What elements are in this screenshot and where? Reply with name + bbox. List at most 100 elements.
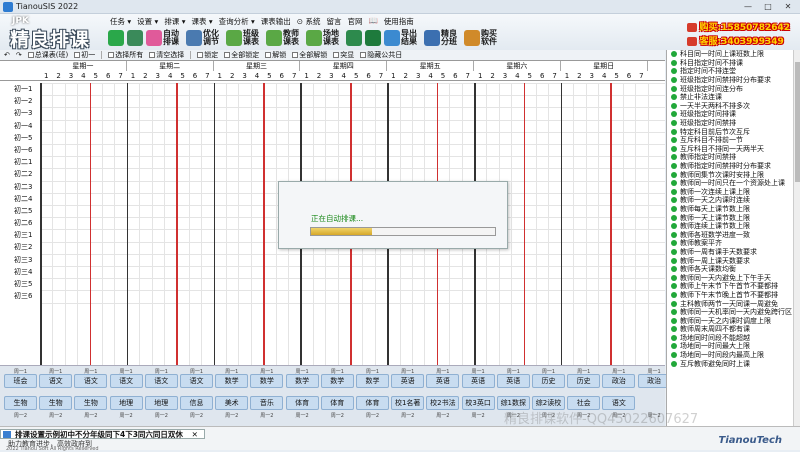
subbar-item-8[interactable]: 突显 — [333, 50, 354, 60]
course-card[interactable]: 校3英口 — [461, 396, 495, 410]
row-label-1[interactable]: 初一2 — [0, 95, 40, 107]
course-card[interactable]: 语文 — [144, 374, 178, 388]
row-label-4[interactable]: 初一5 — [0, 132, 40, 144]
course-card[interactable]: 数学 — [250, 374, 284, 388]
buy-button[interactable]: 购买软件 — [464, 28, 501, 48]
course-card[interactable]: 政治 — [602, 374, 636, 388]
redo-icon[interactable]: ↷ — [16, 51, 22, 59]
row-label-15[interactable]: 初三4 — [0, 266, 40, 278]
row-label-16[interactable]: 初三5 — [0, 278, 40, 290]
subbar-item-6[interactable]: 解锁 — [265, 50, 286, 60]
course-card[interactable]: 体育 — [356, 396, 389, 410]
course-card[interactable]: 体育 — [320, 396, 354, 410]
auto-schedule-button[interactable]: 自动排课 — [146, 28, 183, 48]
row-label-3[interactable]: 初一4 — [0, 120, 40, 132]
row-label-7[interactable]: 初二2 — [0, 168, 40, 180]
scrollbar-thumb[interactable] — [795, 62, 800, 182]
subbar-item-9[interactable]: 隐藏公共日 — [360, 50, 402, 60]
menu-item-4[interactable]: 查询分析 ▾ — [219, 16, 255, 27]
course-card[interactable]: 数学 — [215, 374, 249, 388]
menu-item-7[interactable]: 留言 — [326, 16, 341, 27]
course-card[interactable]: 地理 — [109, 396, 143, 410]
tools-button[interactable] — [127, 28, 143, 48]
buy-contact[interactable]: 购买:15850782642 — [686, 21, 790, 35]
row-label-11[interactable]: 初二6 — [0, 217, 40, 229]
course-card[interactable]: 生物 — [74, 396, 108, 410]
undo-icon[interactable]: ↶ — [4, 51, 10, 59]
course-card[interactable]: 英语 — [496, 374, 530, 388]
menu-item-2[interactable]: 排课 ▾ — [164, 16, 185, 27]
course-card[interactable]: 语文 — [109, 374, 143, 388]
course-card[interactable]: 英语 — [461, 374, 495, 388]
course-card[interactable]: 语文 — [39, 374, 73, 388]
course-card[interactable]: 体育 — [285, 396, 319, 410]
notice-tab[interactable]: 排课设置示例初中不分年级同下4下3同六同日双休 ✕ — [0, 429, 205, 439]
plus-button[interactable] — [108, 28, 124, 48]
course-card[interactable]: 班会 — [4, 374, 37, 388]
row-label-17[interactable]: 初三6 — [0, 290, 40, 302]
subbar-item-7[interactable]: 全部解锁 — [292, 50, 327, 60]
menu-item-8[interactable]: 官网 — [347, 16, 362, 27]
subbar-item-1[interactable]: 初一 — [74, 50, 95, 60]
course-card[interactable]: 英语 — [391, 374, 425, 388]
service-contact[interactable]: 客服:3403999349 — [686, 35, 790, 49]
course-card[interactable]: 数学 — [356, 374, 389, 388]
class-table-button[interactable]: 班级课表 — [226, 28, 263, 48]
course-card[interactable]: 校1名著 — [391, 396, 425, 410]
course-card[interactable]: 音乐 — [250, 396, 284, 410]
grid-row-line — [40, 278, 665, 280]
row-label-6[interactable]: 初二1 — [0, 156, 40, 168]
menu-item-9[interactable]: 📖 — [368, 16, 377, 27]
course-card[interactable]: 数学 — [285, 374, 319, 388]
notice-close-button[interactable]: ✕ — [192, 430, 198, 439]
teacher-table-button[interactable]: 教师课表 — [266, 28, 303, 48]
row-label-13[interactable]: 初三2 — [0, 241, 40, 253]
venue-table-button[interactable]: 场地课表 — [306, 28, 343, 48]
optimize-button[interactable]: 优化调节 — [186, 28, 223, 48]
subbar-item-2[interactable]: 选择所有 — [108, 50, 143, 60]
grid-column-line — [102, 83, 103, 365]
menu-item-0[interactable]: 任务 ▾ — [110, 16, 131, 27]
row-label-8[interactable]: 初二3 — [0, 181, 40, 193]
course-card[interactable]: 语文 — [180, 374, 213, 388]
subbar-item-5[interactable]: 全部锁定 — [224, 50, 259, 60]
menu-item-5[interactable]: 课表输出 — [261, 16, 291, 27]
fine-class-button[interactable]: 精良分班 — [424, 28, 461, 48]
subbar-item-4[interactable]: 锁定 — [197, 50, 218, 60]
maximize-button[interactable]: □ — [759, 1, 777, 12]
rule-item[interactable]: 互斥教师避免同时上课 — [667, 359, 800, 368]
course-card[interactable]: 历史 — [532, 374, 565, 388]
menu-item-3[interactable]: 课表 ▾ — [191, 16, 212, 27]
course-card[interactable]: 生物 — [39, 396, 73, 410]
rules-scrollbar[interactable] — [793, 50, 800, 440]
course-card[interactable]: 地理 — [144, 396, 178, 410]
row-label-9[interactable]: 初二4 — [0, 193, 40, 205]
subbar-item-0[interactable]: 总课表(班) — [27, 50, 68, 60]
course-card[interactable]: 语文 — [74, 374, 108, 388]
export-button[interactable]: 导出结果 — [384, 28, 421, 48]
excel-button[interactable] — [365, 28, 381, 48]
course-card[interactable]: 数学 — [320, 374, 354, 388]
subbar-item-3[interactable]: 清空选择 — [149, 50, 184, 60]
course-card[interactable]: 校2书法 — [426, 396, 460, 410]
course-card[interactable]: 美术 — [215, 396, 249, 410]
grid-row-line — [40, 253, 665, 255]
check-icon — [671, 111, 677, 118]
close-button[interactable]: ✕ — [779, 1, 797, 12]
menu-item-6[interactable]: ⊙ 系统 — [297, 16, 321, 27]
course-card[interactable]: 生物 — [4, 396, 37, 410]
grid-row-line — [40, 144, 665, 145]
course-card[interactable]: 信息 — [180, 396, 213, 410]
row-label-12[interactable]: 初三1 — [0, 229, 40, 241]
row-label-2[interactable]: 初一3 — [0, 107, 40, 119]
menu-item-1[interactable]: 设置 ▾ — [137, 16, 158, 27]
save-button[interactable] — [346, 28, 362, 48]
row-label-10[interactable]: 初二5 — [0, 205, 40, 217]
course-card[interactable]: 历史 — [567, 374, 601, 388]
menu-item-10[interactable]: 使用指南 — [384, 16, 414, 27]
minimize-button[interactable]: — — [739, 1, 757, 12]
course-card[interactable]: 英语 — [426, 374, 460, 388]
row-label-5[interactable]: 初一6 — [0, 144, 40, 156]
row-label-14[interactable]: 初三3 — [0, 254, 40, 266]
row-label-0[interactable]: 初一1 — [0, 83, 40, 95]
